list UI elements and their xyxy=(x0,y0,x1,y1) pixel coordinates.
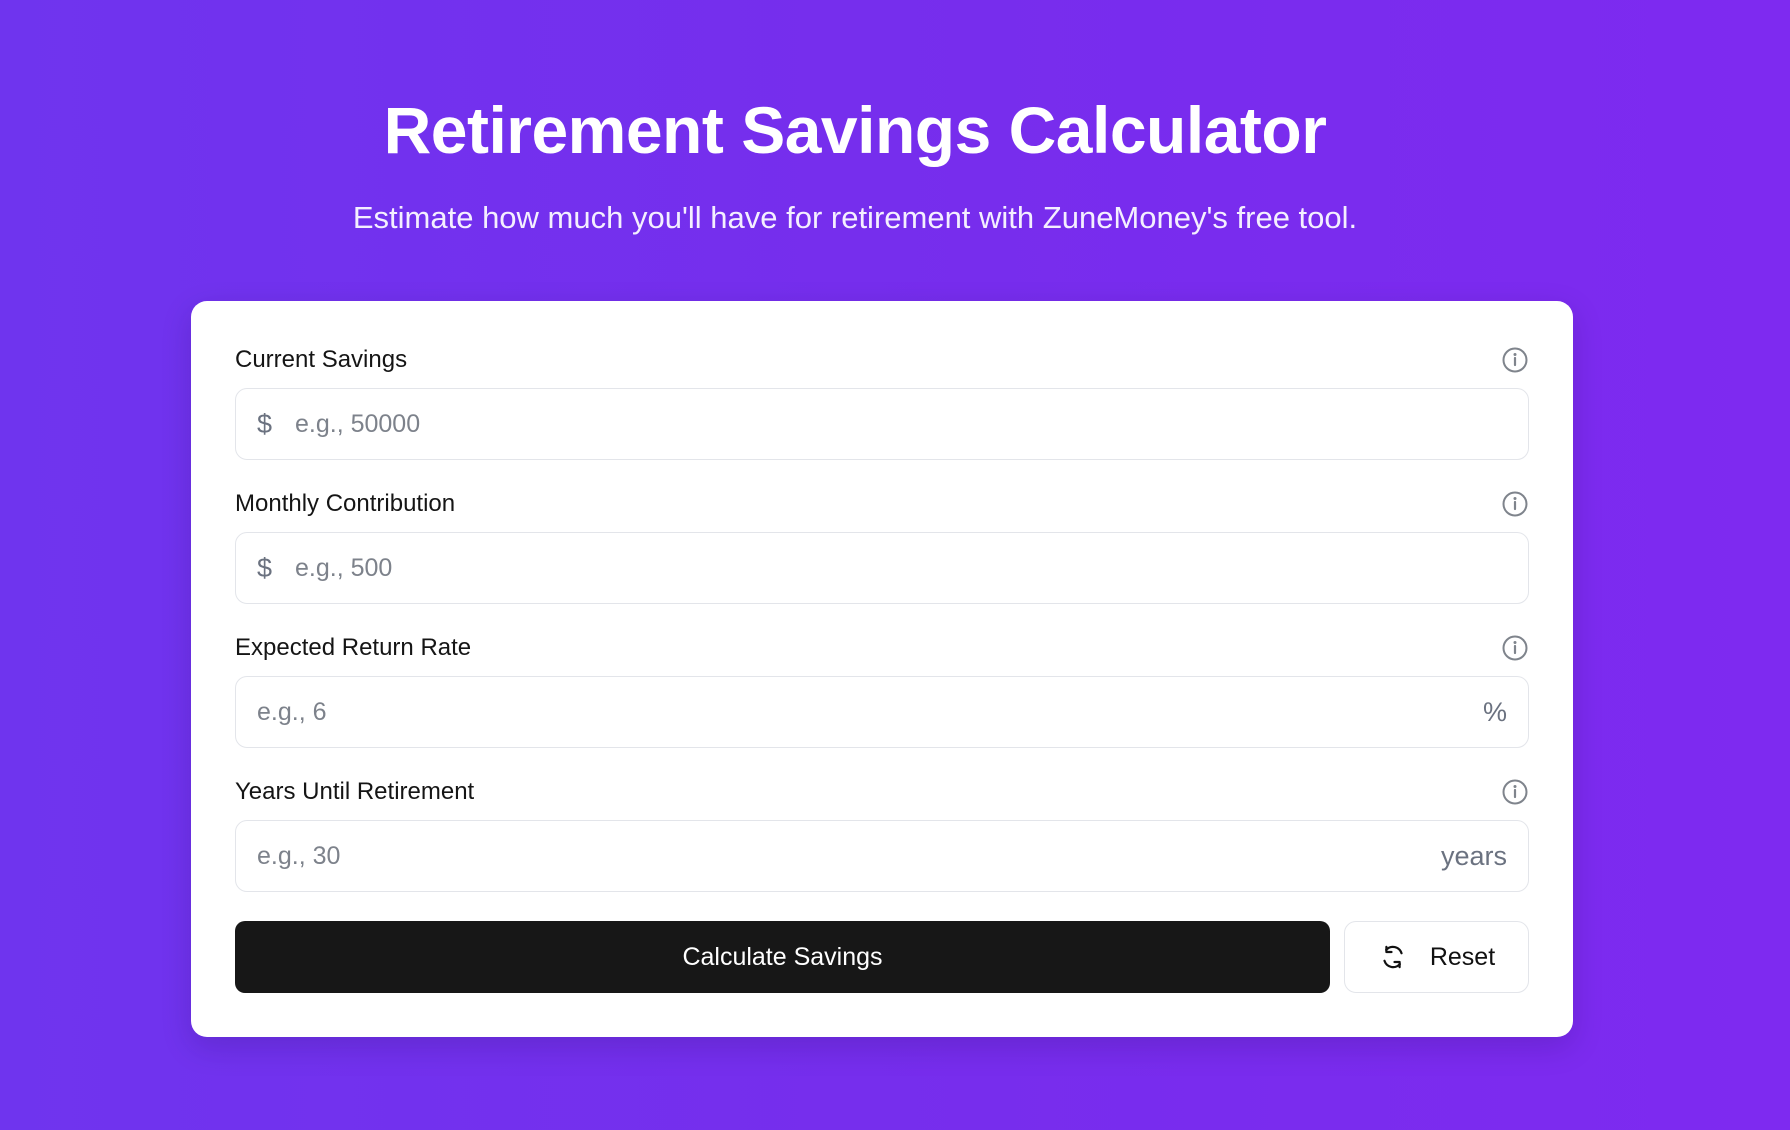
percent-suffix: % xyxy=(1482,696,1507,727)
refresh-icon xyxy=(1378,942,1408,972)
current-savings-input-wrap: $ xyxy=(235,388,1529,460)
calculator-card: Current Savings $ Monthly Contribution xyxy=(191,301,1573,1037)
expected-return-rate-input-wrap: % xyxy=(235,676,1529,748)
form-actions: Calculate Savings Reset xyxy=(235,921,1529,993)
current-savings-header: Current Savings xyxy=(235,345,1529,375)
current-savings-label: Current Savings xyxy=(235,346,408,373)
monthly-contribution-input-wrap: $ xyxy=(235,532,1529,604)
info-icon[interactable] xyxy=(1501,778,1529,806)
info-icon[interactable] xyxy=(1501,346,1529,374)
years-until-retirement-input-wrap: years xyxy=(235,820,1529,892)
current-savings-input[interactable] xyxy=(295,389,1528,459)
page-title: Retirement Savings Calculator xyxy=(383,93,1327,167)
years-until-retirement-header: Years Until Retirement xyxy=(235,777,1529,807)
years-until-retirement-field: Years Until Retirement years xyxy=(235,777,1529,921)
info-icon[interactable] xyxy=(1501,490,1529,518)
page-header: Retirement Savings Calculator Estimate h… xyxy=(0,0,1750,238)
page-subtitle: Estimate how much you'll have for retire… xyxy=(352,200,1358,235)
info-icon[interactable] xyxy=(1501,634,1529,662)
monthly-contribution-input[interactable] xyxy=(295,533,1528,603)
reset-label: Reset xyxy=(1429,942,1496,971)
expected-return-rate-input[interactable] xyxy=(236,677,1483,747)
current-savings-field: Current Savings $ xyxy=(235,345,1529,489)
monthly-contribution-label: Monthly Contribution xyxy=(235,490,456,517)
expected-return-rate-label: Expected Return Rate xyxy=(235,634,472,661)
calculate-savings-button[interactable]: Calculate Savings xyxy=(235,921,1330,993)
years-suffix: years xyxy=(1440,840,1507,871)
monthly-contribution-header: Monthly Contribution xyxy=(235,489,1529,519)
monthly-contribution-field: Monthly Contribution $ xyxy=(235,489,1529,633)
years-until-retirement-label: Years Until Retirement xyxy=(235,778,475,805)
currency-prefix: $ xyxy=(257,408,273,439)
expected-return-rate-header: Expected Return Rate xyxy=(235,633,1529,663)
years-until-retirement-input[interactable] xyxy=(236,821,1441,891)
expected-return-rate-field: Expected Return Rate % xyxy=(235,633,1529,777)
currency-prefix: $ xyxy=(257,552,273,583)
reset-button[interactable]: Reset xyxy=(1344,921,1529,993)
